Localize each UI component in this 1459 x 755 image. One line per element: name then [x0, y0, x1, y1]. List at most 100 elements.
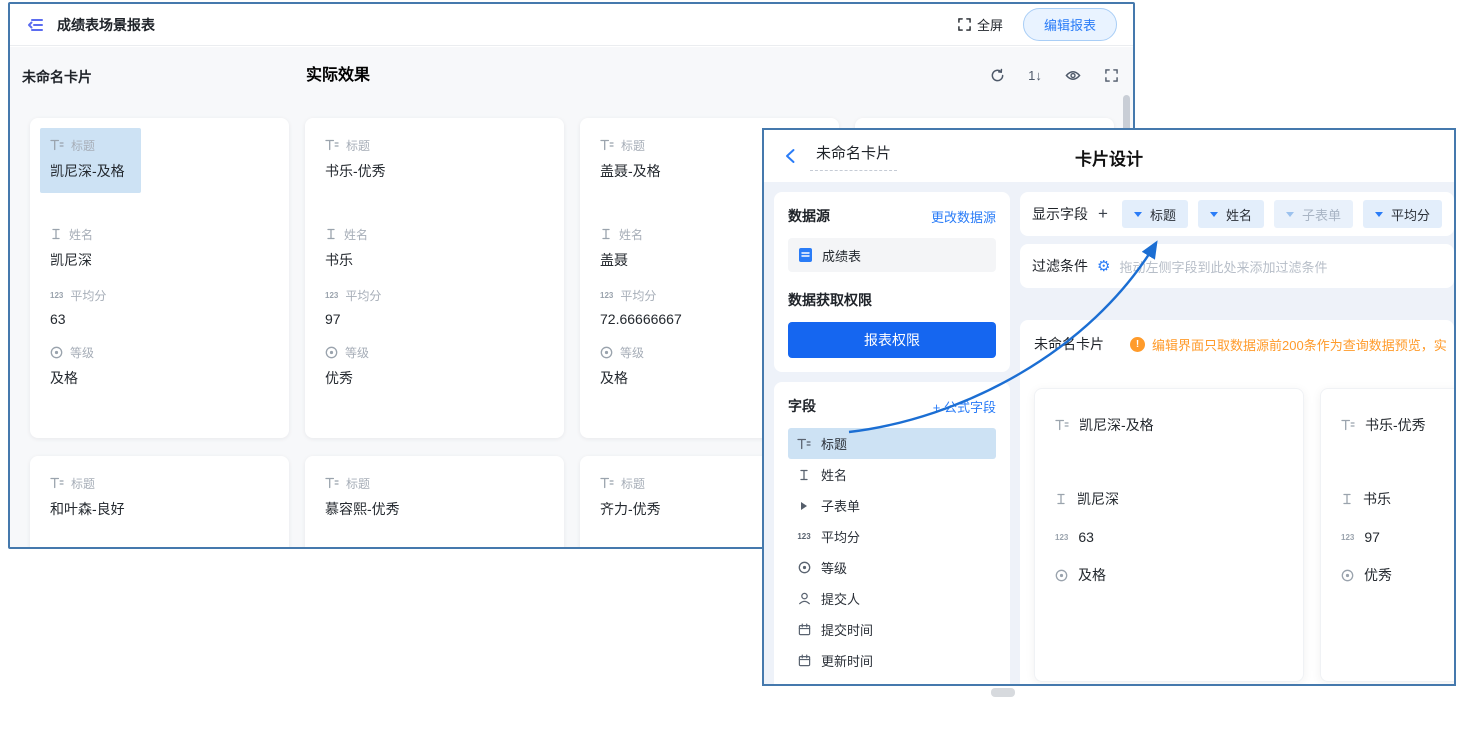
data-card[interactable]: 标题 凯尼深-及格 姓名 凯尼深 123 平均分 63	[30, 118, 289, 438]
chevron-down-icon	[1210, 212, 1218, 217]
card-name-editable[interactable]: 未命名卡片	[810, 142, 897, 171]
datasource-panel: 数据源 更改数据源 成绩表 数据获取权限 报表权限	[774, 192, 1010, 372]
option-field-icon	[325, 346, 338, 359]
permission-heading: 数据获取权限	[788, 290, 996, 310]
report-title: 成绩表场景报表	[57, 15, 155, 35]
field-list: 标题 姓名 子表单 123 平均分	[788, 428, 996, 686]
card-title-value: 慕容熙-优秀	[325, 499, 544, 519]
chevron-down-icon	[1375, 212, 1383, 217]
chevron-down-icon	[1134, 212, 1142, 217]
field-item-title[interactable]: 标题	[788, 428, 996, 459]
text-field-icon	[1055, 493, 1067, 505]
preview-warning: ! 编辑界面只取数据源前200条作为查询数据预览，实	[1130, 335, 1447, 354]
field-item-grade[interactable]: 等级	[788, 552, 996, 583]
chevron-down-icon	[1286, 212, 1294, 217]
preview-avg-row: 123 97	[1341, 529, 1454, 545]
field-chip-title[interactable]: 标题	[1122, 200, 1188, 228]
data-card[interactable]: 标题 慕容熙-优秀	[305, 456, 564, 547]
card-name-value: 凯尼深	[50, 250, 269, 270]
report-permission-button[interactable]: 报表权限	[788, 322, 996, 358]
card-name-value: 书乐	[325, 250, 544, 270]
sort-icon[interactable]: 1↓	[1027, 67, 1043, 83]
field-item-submit-time[interactable]: 提交时间	[788, 614, 996, 645]
title-field-icon	[1341, 419, 1355, 431]
change-datasource-link[interactable]: 更改数据源	[931, 207, 996, 226]
report-header: 成绩表场景报表 全屏 编辑报表	[10, 4, 1133, 46]
card-avg-value: 63	[50, 311, 269, 327]
gear-icon[interactable]: ⚙	[1097, 259, 1110, 274]
preview-card[interactable]: 凯尼深-及格 凯尼深 123 63 及格	[1034, 388, 1304, 682]
number-field-icon: 123	[50, 291, 63, 300]
refresh-icon[interactable]	[989, 67, 1005, 83]
fields-panel: 字段 + 公式字段 标题 姓名 子表单	[774, 382, 1010, 686]
data-card[interactable]: 标题 书乐-优秀 姓名 书乐 123 平均分 97	[305, 118, 564, 438]
preview-grade-row: 优秀	[1341, 565, 1454, 585]
text-field-icon	[325, 228, 337, 240]
page-title: 卡片设计	[1075, 145, 1143, 170]
card-field-grade: 等级 及格	[50, 345, 269, 388]
datasource-name: 成绩表	[822, 246, 861, 265]
option-field-icon	[600, 346, 613, 359]
expand-triangle-icon	[796, 502, 812, 510]
filter-placeholder: 拖动左侧字段到此处来添加过滤条件	[1119, 257, 1327, 276]
card-group-title: 未命名卡片	[22, 67, 92, 87]
text-field-icon	[50, 228, 62, 240]
field-item-submitter[interactable]: 提交人	[788, 583, 996, 614]
preview-grade-row: 及格	[1055, 565, 1283, 585]
card-field-title: 标题 慕容熙-优秀	[325, 476, 544, 519]
back-chevron-icon[interactable]	[784, 148, 796, 164]
field-chip-name[interactable]: 姓名	[1198, 200, 1264, 228]
display-fields-bar: 显示字段 + 标题 姓名 子表单 平均分	[1020, 192, 1454, 236]
title-field-icon	[325, 139, 339, 151]
field-item-data-id[interactable]: 数据ID	[788, 676, 996, 686]
add-display-field-button[interactable]: +	[1098, 204, 1108, 224]
person-icon	[796, 592, 812, 605]
horizontal-scrollbar-thumb[interactable]	[991, 688, 1015, 697]
card-field-title: 标题 书乐-优秀	[325, 138, 544, 181]
card-avg-value: 97	[325, 311, 544, 327]
title-field-icon	[50, 139, 64, 151]
eye-icon[interactable]	[1065, 67, 1081, 83]
field-item-update-time[interactable]: 更新时间	[788, 645, 996, 676]
preview-name-row: 书乐	[1341, 489, 1454, 509]
field-item-name[interactable]: 姓名	[788, 459, 996, 490]
design-header: 未命名卡片 卡片设计	[764, 130, 1454, 182]
table-file-icon	[798, 247, 813, 263]
preview-title-row: 凯尼深-及格	[1055, 415, 1283, 435]
card-field-name: 姓名 书乐	[325, 227, 544, 270]
datasource-item[interactable]: 成绩表	[788, 238, 996, 272]
collapse-menu-icon[interactable]	[26, 16, 45, 34]
card-toolbar: 1↓	[989, 67, 1119, 83]
design-left-column: 数据源 更改数据源 成绩表 数据获取权限 报表权限 字段 + 公式字段	[774, 192, 1010, 686]
field-chip-subform[interactable]: 子表单	[1274, 200, 1353, 228]
edit-report-button[interactable]: 编辑报表	[1023, 8, 1117, 41]
title-field-icon	[600, 477, 614, 489]
fields-heading: 字段	[788, 396, 816, 416]
preview-cards: 凯尼深-及格 凯尼深 123 63 及格	[1034, 388, 1454, 682]
warning-text: 编辑界面只取数据源前200条作为查询数据预览，实	[1152, 335, 1447, 354]
fullscreen-button[interactable]: 全屏	[958, 15, 1003, 34]
calendar-icon	[796, 623, 812, 636]
number-field-icon: 123	[1341, 533, 1354, 542]
option-field-icon	[1341, 569, 1354, 582]
number-field-icon: 123	[796, 532, 812, 541]
add-formula-field-link[interactable]: + 公式字段	[933, 397, 996, 416]
expand-icon[interactable]	[1103, 67, 1119, 83]
fullscreen-label: 全屏	[977, 15, 1003, 34]
preview-card[interactable]: 书乐-优秀 书乐 123 97 优秀	[1320, 388, 1454, 682]
text-field-icon	[600, 228, 612, 240]
card-field-title: 标题 和叶森-良好	[50, 476, 269, 519]
field-chip-average[interactable]: 平均分	[1363, 200, 1442, 228]
preview-panel: 未命名卡片 ! 编辑界面只取数据源前200条作为查询数据预览，实 凯尼深-及格	[1020, 320, 1454, 684]
preview-title-row: 书乐-优秀	[1341, 415, 1454, 435]
title-field-icon	[600, 139, 614, 151]
field-item-average[interactable]: 123 平均分	[788, 521, 996, 552]
field-item-subform[interactable]: 子表单	[788, 490, 996, 521]
preview-card-group-title: 未命名卡片	[1034, 334, 1104, 354]
card-field-title-selected[interactable]: 标题 凯尼深-及格	[40, 128, 141, 193]
data-card[interactable]: 标题 和叶森-良好	[30, 456, 289, 547]
title-field-icon	[1055, 419, 1069, 431]
card-title-value: 书乐-优秀	[325, 161, 544, 181]
option-field-icon	[50, 346, 63, 359]
card-title-value: 和叶森-良好	[50, 499, 269, 519]
